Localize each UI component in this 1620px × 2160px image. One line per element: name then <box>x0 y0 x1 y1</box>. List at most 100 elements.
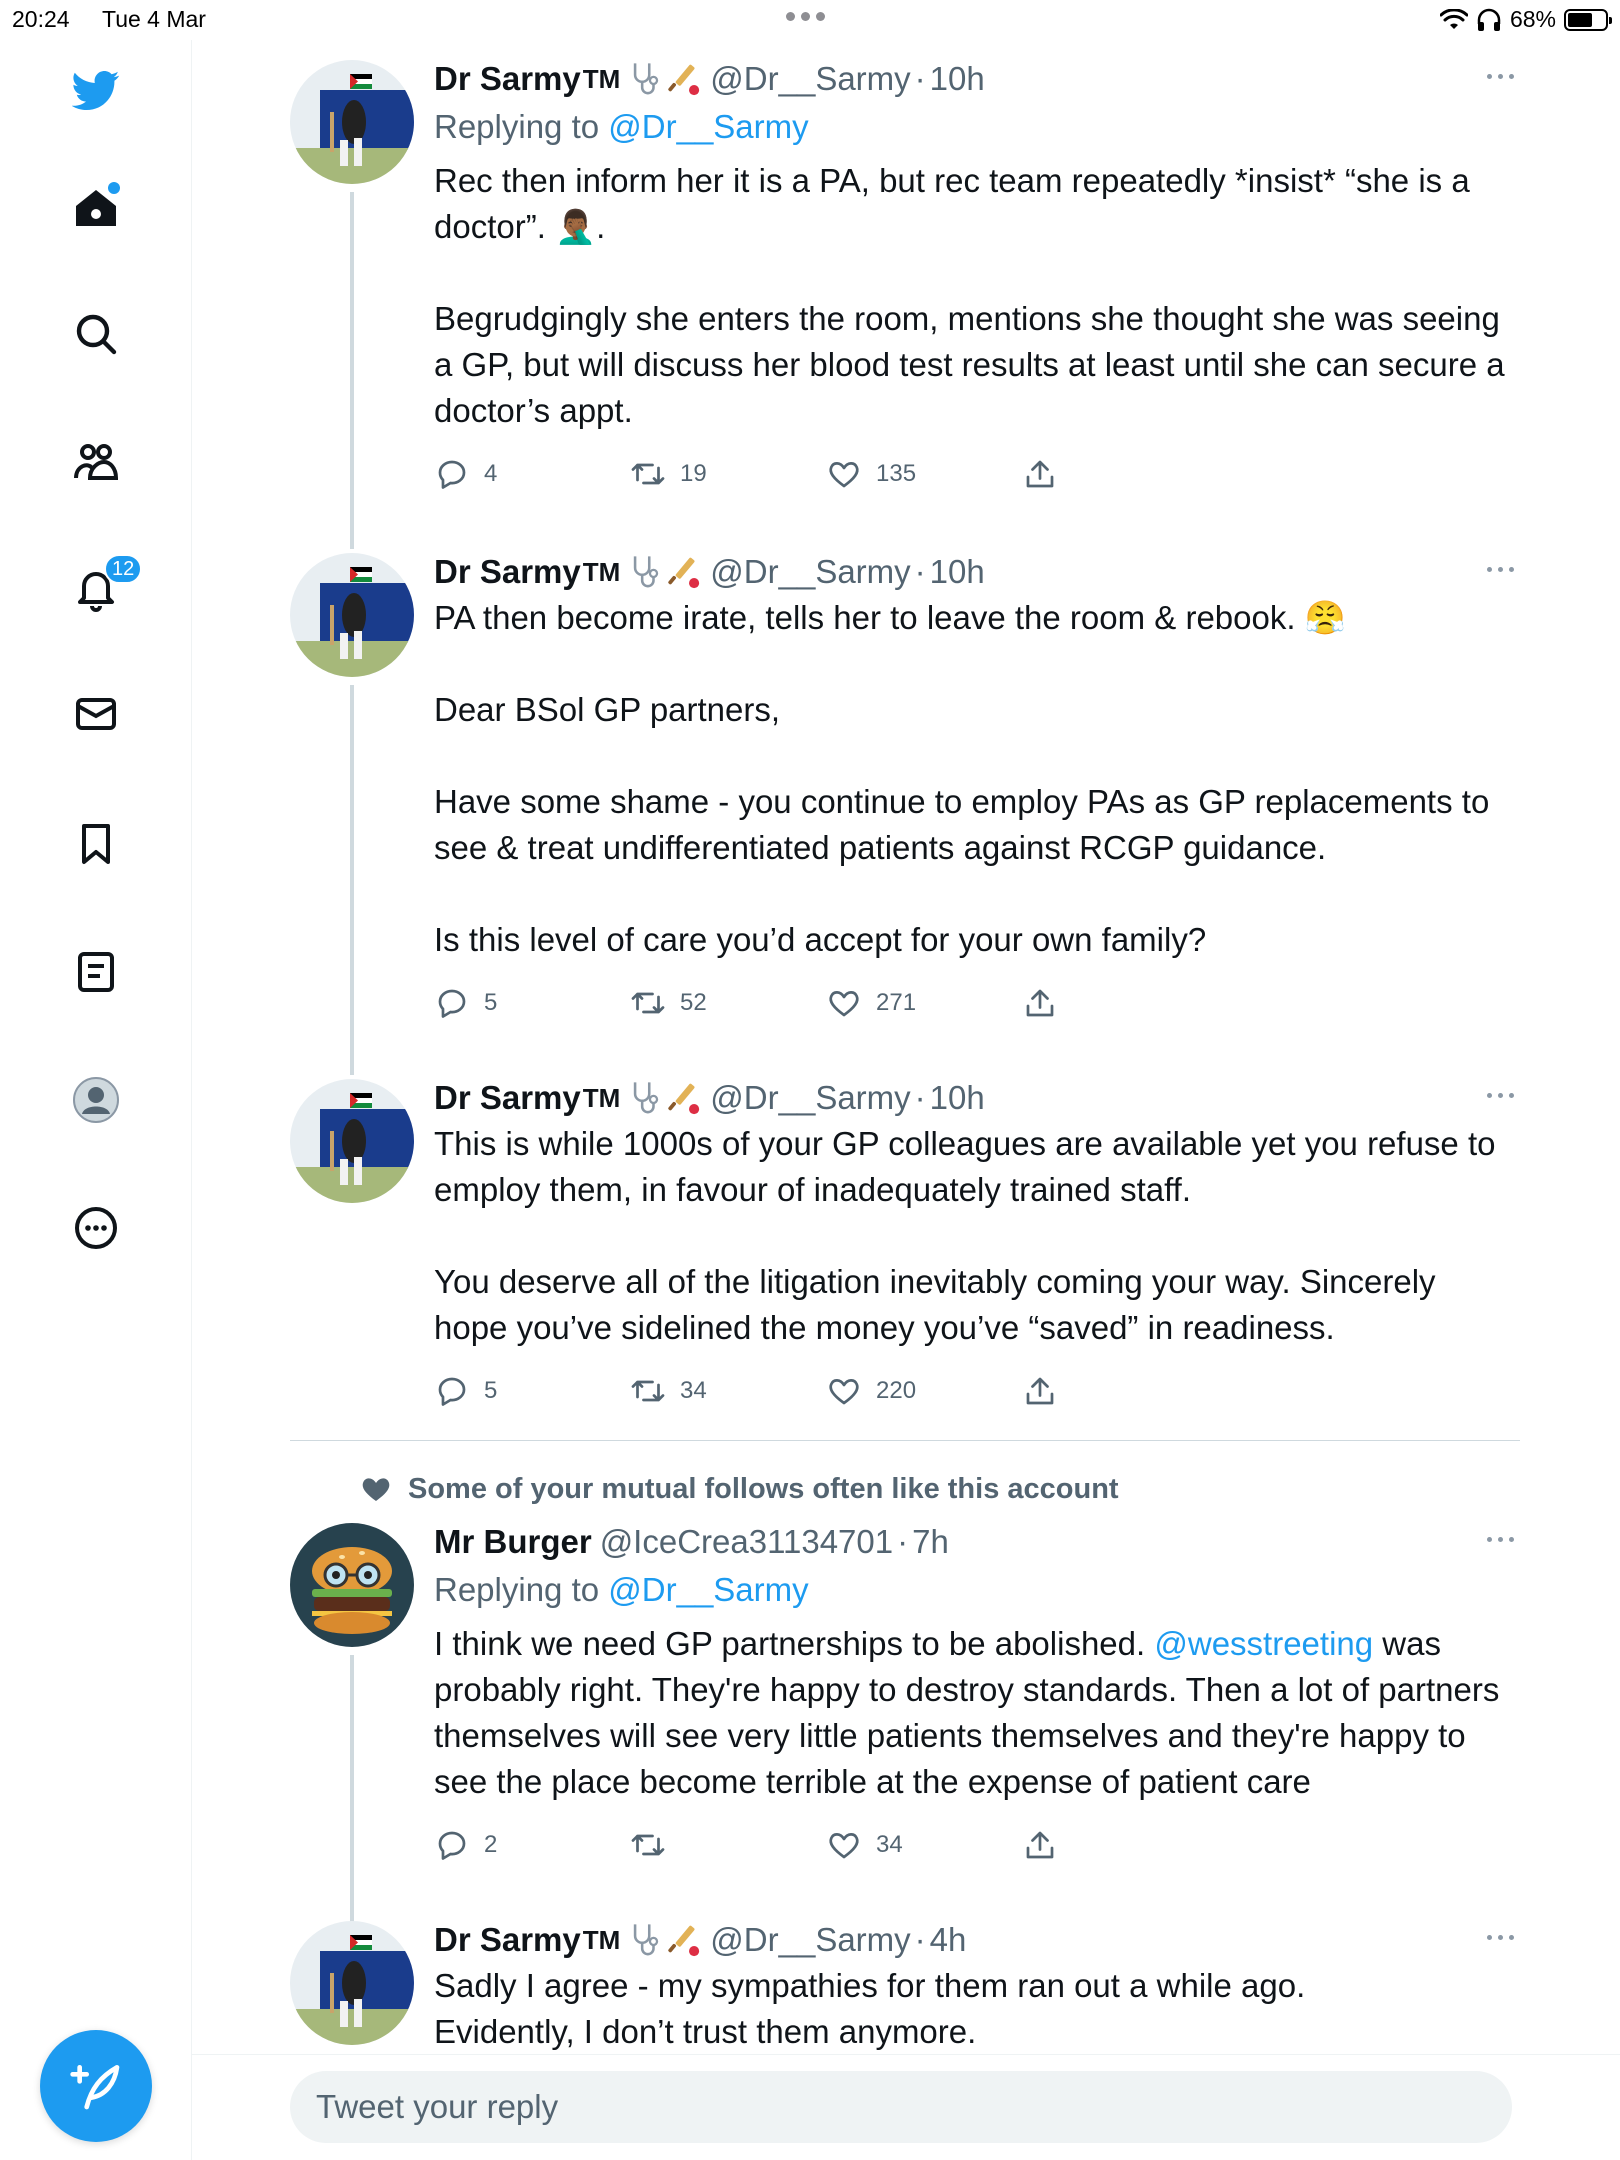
stethoscope-icon <box>634 1082 659 1114</box>
name-emoji-badges <box>628 553 702 591</box>
home-unread-dot <box>108 182 120 194</box>
twitter-logo[interactable] <box>60 54 132 126</box>
more-options-button[interactable] <box>1487 567 1514 572</box>
like-button[interactable]: 34 <box>826 1817 903 1873</box>
tweet-content: Dr Sarmy TM @Dr__Sarmy · 4h Sadly I agre… <box>434 1917 1514 2055</box>
trademark-symbol: TM <box>582 64 621 94</box>
author-handle[interactable]: @Dr__Sarmy <box>710 1917 910 1963</box>
author-name[interactable]: Dr Sarmy <box>434 56 581 102</box>
retweet-count: 34 <box>680 1377 707 1404</box>
more-options-button[interactable] <box>1487 1935 1514 1940</box>
tweet-time[interactable]: 10h <box>930 56 985 102</box>
retweet-button[interactable]: 52 <box>630 975 707 1031</box>
multitasking-dots[interactable] <box>786 8 825 21</box>
reply-input[interactable] <box>290 2071 1512 2143</box>
share-button[interactable] <box>1022 1363 1058 1419</box>
retweet-icon <box>631 1380 665 1402</box>
tweet-time[interactable]: 10h <box>930 549 985 595</box>
replying-to-link[interactable]: @Dr__Sarmy <box>608 1571 808 1608</box>
author-handle[interactable]: @IceCrea31134701 <box>600 1519 893 1565</box>
nav-communities[interactable] <box>60 426 132 498</box>
mention-link[interactable]: @wesstreeting <box>1154 1625 1373 1662</box>
cricket-icon <box>668 1925 700 1957</box>
author-name[interactable]: Mr Burger <box>434 1519 592 1565</box>
author-handle[interactable]: @Dr__Sarmy <box>710 56 910 102</box>
reply-count: 5 <box>484 989 498 1016</box>
tweet-actions: 4 19 135 <box>434 446 1514 502</box>
nav-notifications[interactable]: 12 <box>60 552 143 624</box>
like-count: 34 <box>876 1831 903 1858</box>
more-options-button[interactable] <box>1487 74 1514 79</box>
retweet-icon <box>631 992 665 1014</box>
mail-icon <box>76 698 116 730</box>
avatar-cricket-image <box>290 553 414 677</box>
avatar[interactable] <box>290 553 414 677</box>
tweet[interactable]: Some of your mutual follows often like t… <box>290 1457 1514 1939</box>
communities-icon <box>74 444 119 480</box>
battery-fill <box>1568 12 1593 27</box>
tweet[interactable]: Dr Sarmy TM @Dr__Sarmy · 4h Sadly I agre… <box>290 1901 1514 2061</box>
tweet-text: PA then become irate, tells her to leave… <box>434 599 1490 958</box>
thread-line <box>350 685 354 1061</box>
nav-more[interactable] <box>60 1192 132 1264</box>
separator-dot: · <box>897 1523 909 1560</box>
tweet-header: Mr Burger @IceCrea31134701 · 7h <box>434 1519 1514 1565</box>
nav-messages[interactable] <box>60 678 132 750</box>
author-handle[interactable]: @Dr__Sarmy <box>710 549 910 595</box>
separator-dot: · <box>914 1079 926 1116</box>
retweet-button[interactable] <box>630 1817 680 1873</box>
heart-icon <box>829 462 859 488</box>
avatar[interactable] <box>290 1523 414 1647</box>
tweet-header: Dr Sarmy TM @Dr__Sarmy · 10h <box>434 549 1514 595</box>
like-button[interactable]: 271 <box>826 975 916 1031</box>
share-button[interactable] <box>1022 975 1058 1031</box>
share-button[interactable] <box>1022 446 1058 502</box>
retweet-button[interactable]: 34 <box>630 1363 707 1419</box>
reply-button[interactable]: 5 <box>434 1363 497 1419</box>
retweet-button[interactable]: 19 <box>630 446 707 502</box>
tweet-content: Dr Sarmy TM @Dr__Sarmy · 10h This is whi… <box>434 1075 1514 1419</box>
nav-lists[interactable] <box>60 936 132 1008</box>
like-button[interactable]: 135 <box>826 446 916 502</box>
status-time: 20:24 <box>12 6 70 32</box>
tweet[interactable]: Dr Sarmy TM @Dr__Sarmy · 10h This is whi… <box>290 1059 1514 1457</box>
nav-bookmarks[interactable] <box>60 808 132 880</box>
separator-dot: · <box>914 60 926 97</box>
author-name[interactable]: Dr Sarmy <box>434 549 581 595</box>
reply-button[interactable]: 2 <box>434 1817 497 1873</box>
share-button[interactable] <box>1022 1817 1058 1873</box>
avatar[interactable] <box>290 1921 414 2045</box>
avatar-cricket-image <box>290 1921 414 2045</box>
tweet[interactable]: Dr Sarmy TM @Dr__Sarmy · 10h PA then bec… <box>290 533 1514 1061</box>
avatar[interactable] <box>290 60 414 184</box>
tweet-actions: 2 34 <box>434 1817 1514 1873</box>
reply-button[interactable]: 5 <box>434 975 497 1031</box>
trademark-symbol: TM <box>582 1083 621 1113</box>
more-options-button[interactable] <box>1487 1093 1514 1098</box>
nav-explore[interactable] <box>60 298 132 370</box>
tweet-time[interactable]: 7h <box>912 1519 949 1565</box>
stethoscope-icon <box>634 63 659 95</box>
reply-icon <box>438 460 466 489</box>
share-icon <box>1026 1831 1054 1859</box>
tweet-time[interactable]: 4h <box>930 1917 967 1963</box>
like-button[interactable]: 220 <box>826 1363 916 1419</box>
author-name[interactable]: Dr Sarmy <box>434 1075 581 1121</box>
avatar-cricket-image <box>290 60 414 184</box>
reply-count: 2 <box>484 1831 498 1858</box>
more-options-button[interactable] <box>1487 1537 1514 1542</box>
reply-button[interactable]: 4 <box>434 446 497 502</box>
status-date: Tue 4 Mar <box>102 6 206 32</box>
trademark-symbol: TM <box>582 557 621 587</box>
author-handle[interactable]: @Dr__Sarmy <box>710 1075 910 1121</box>
avatar[interactable] <box>290 1079 414 1203</box>
section-divider <box>290 1440 1520 1441</box>
like-count: 220 <box>876 1377 917 1404</box>
replying-to-link[interactable]: @Dr__Sarmy <box>608 108 808 145</box>
tweet-time[interactable]: 10h <box>930 1075 985 1121</box>
nav-home[interactable] <box>60 172 132 244</box>
nav-profile[interactable] <box>60 1064 132 1136</box>
tweet[interactable]: Dr Sarmy TM @Dr__Sarmy · 10h Replying to… <box>290 40 1514 548</box>
author-name[interactable]: Dr Sarmy <box>434 1917 581 1963</box>
compose-tweet-button[interactable] <box>40 2030 152 2142</box>
